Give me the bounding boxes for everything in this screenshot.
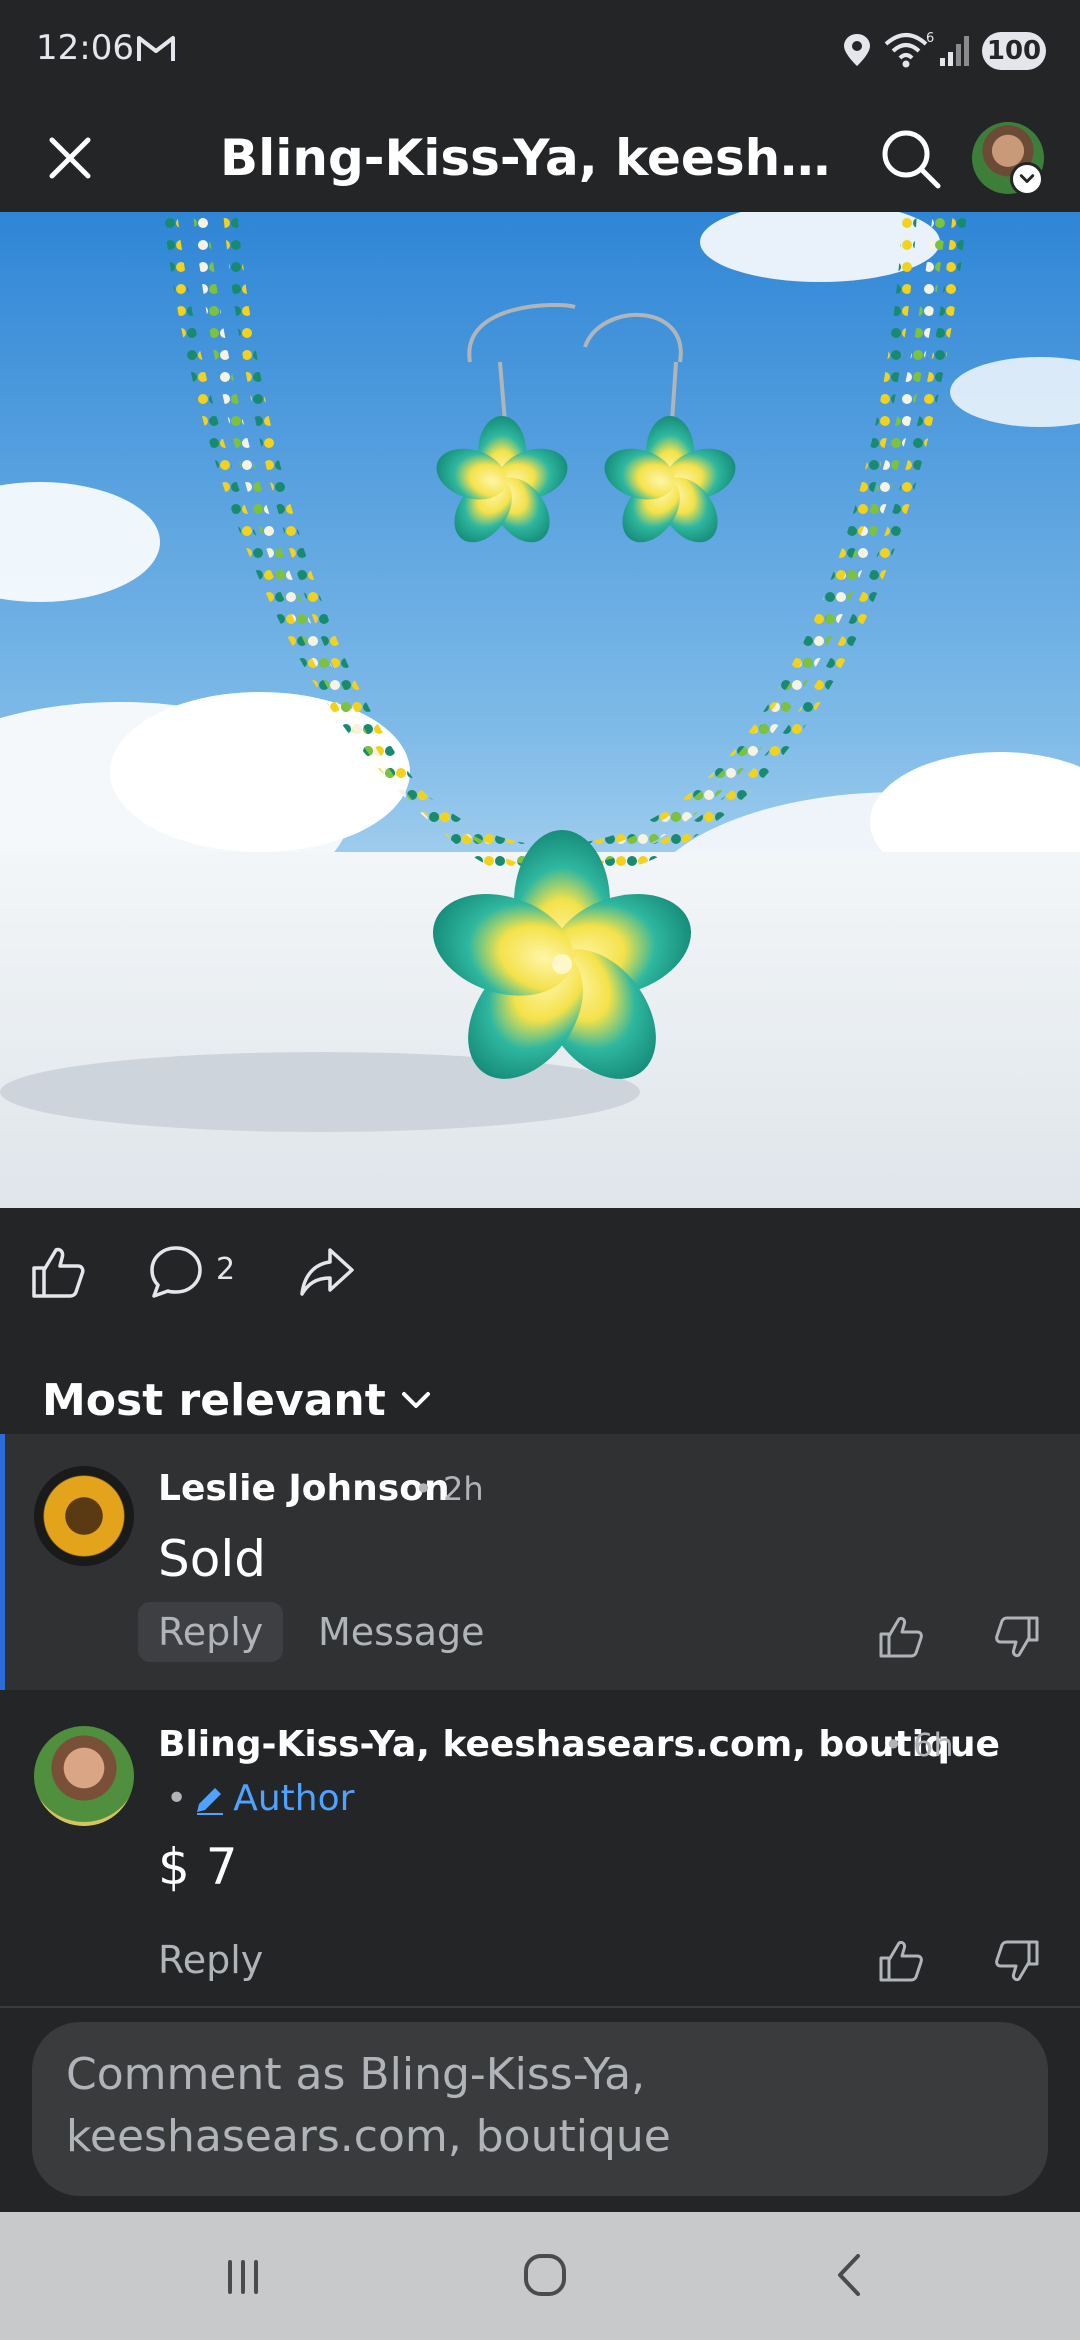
author-badge: • Author bbox=[166, 1778, 354, 1819]
battery-indicator: 100 bbox=[982, 32, 1046, 70]
comment-input[interactable]: Comment as Bling-Kiss-Ya, keeshasears.co… bbox=[32, 2022, 1048, 2196]
top-app-bar: Bling-Kiss-Ya, keeshase... bbox=[0, 104, 1080, 212]
badge-separator: • bbox=[166, 1778, 188, 1819]
comment-item: Bling-Kiss-Ya, keeshasears.com, boutique… bbox=[0, 1690, 1080, 2008]
share-icon[interactable] bbox=[298, 1244, 356, 1300]
comment-time: • 6h bbox=[884, 1726, 954, 1764]
back-icon[interactable] bbox=[826, 2250, 876, 2300]
location-icon bbox=[844, 34, 870, 66]
comment-time: • 2h bbox=[414, 1470, 484, 1508]
comment-author[interactable]: Leslie Johnson bbox=[158, 1468, 450, 1509]
pencil-icon bbox=[197, 1787, 224, 1815]
status-time: 12:06 bbox=[36, 28, 134, 68]
recents-icon[interactable] bbox=[218, 2252, 268, 2302]
reply-button[interactable]: Reply bbox=[138, 1602, 284, 1662]
composer-placeholder-line2: keeshasears.com, boutique bbox=[66, 2111, 671, 2162]
commenter-avatar[interactable] bbox=[34, 1466, 134, 1566]
chevron-down-icon bbox=[401, 1392, 430, 1408]
like-comment-icon[interactable] bbox=[878, 1614, 924, 1660]
comment-text: Sold bbox=[158, 1530, 266, 1588]
chevron-down-icon[interactable] bbox=[1010, 162, 1044, 196]
comment-item: Leslie Johnson • 2h Sold Reply Message bbox=[0, 1434, 1080, 1690]
composer-placeholder-line1: Comment as Bling-Kiss-Ya, bbox=[66, 2049, 646, 2100]
network-type-label: 6 bbox=[926, 31, 934, 46]
post-photo[interactable] bbox=[0, 212, 1080, 1208]
app-root: 12:06 6 100 Bling-Kiss-Ya, keeshase... bbox=[0, 0, 1080, 2340]
like-comment-icon[interactable] bbox=[878, 1938, 924, 1984]
system-navigation-bar bbox=[0, 2212, 1080, 2340]
author-label: Author bbox=[233, 1778, 355, 1819]
sort-label: Most relevant bbox=[42, 1374, 386, 1426]
home-icon[interactable] bbox=[520, 2250, 570, 2300]
post-actions-bar: 2 bbox=[0, 1208, 1080, 1330]
message-button[interactable]: Message bbox=[318, 1610, 485, 1654]
reply-button[interactable]: Reply bbox=[138, 1930, 283, 1990]
comment-sort-dropdown[interactable]: Most relevant bbox=[42, 1372, 434, 1428]
like-icon[interactable] bbox=[30, 1244, 86, 1300]
dislike-comment-icon[interactable] bbox=[994, 1938, 1040, 1984]
status-bar: 12:06 6 100 bbox=[0, 0, 1080, 104]
comment-count: 2 bbox=[216, 1252, 236, 1287]
signal-icon bbox=[940, 36, 969, 66]
close-icon[interactable] bbox=[40, 128, 100, 188]
search-icon[interactable] bbox=[878, 126, 944, 192]
comment-icon[interactable] bbox=[148, 1244, 204, 1300]
comment-highlight-bar bbox=[0, 1434, 5, 1690]
page-title: Bling-Kiss-Ya, keeshase... bbox=[220, 129, 860, 187]
wifi-icon: 6 bbox=[884, 31, 934, 68]
dislike-comment-icon[interactable] bbox=[994, 1614, 1040, 1660]
comment-text: $ 7 bbox=[158, 1838, 238, 1896]
gmail-icon bbox=[137, 36, 175, 61]
commenter-avatar[interactable] bbox=[34, 1726, 134, 1826]
comment-author[interactable]: Bling-Kiss-Ya, keeshasears.com, boutique bbox=[158, 1724, 1000, 1765]
